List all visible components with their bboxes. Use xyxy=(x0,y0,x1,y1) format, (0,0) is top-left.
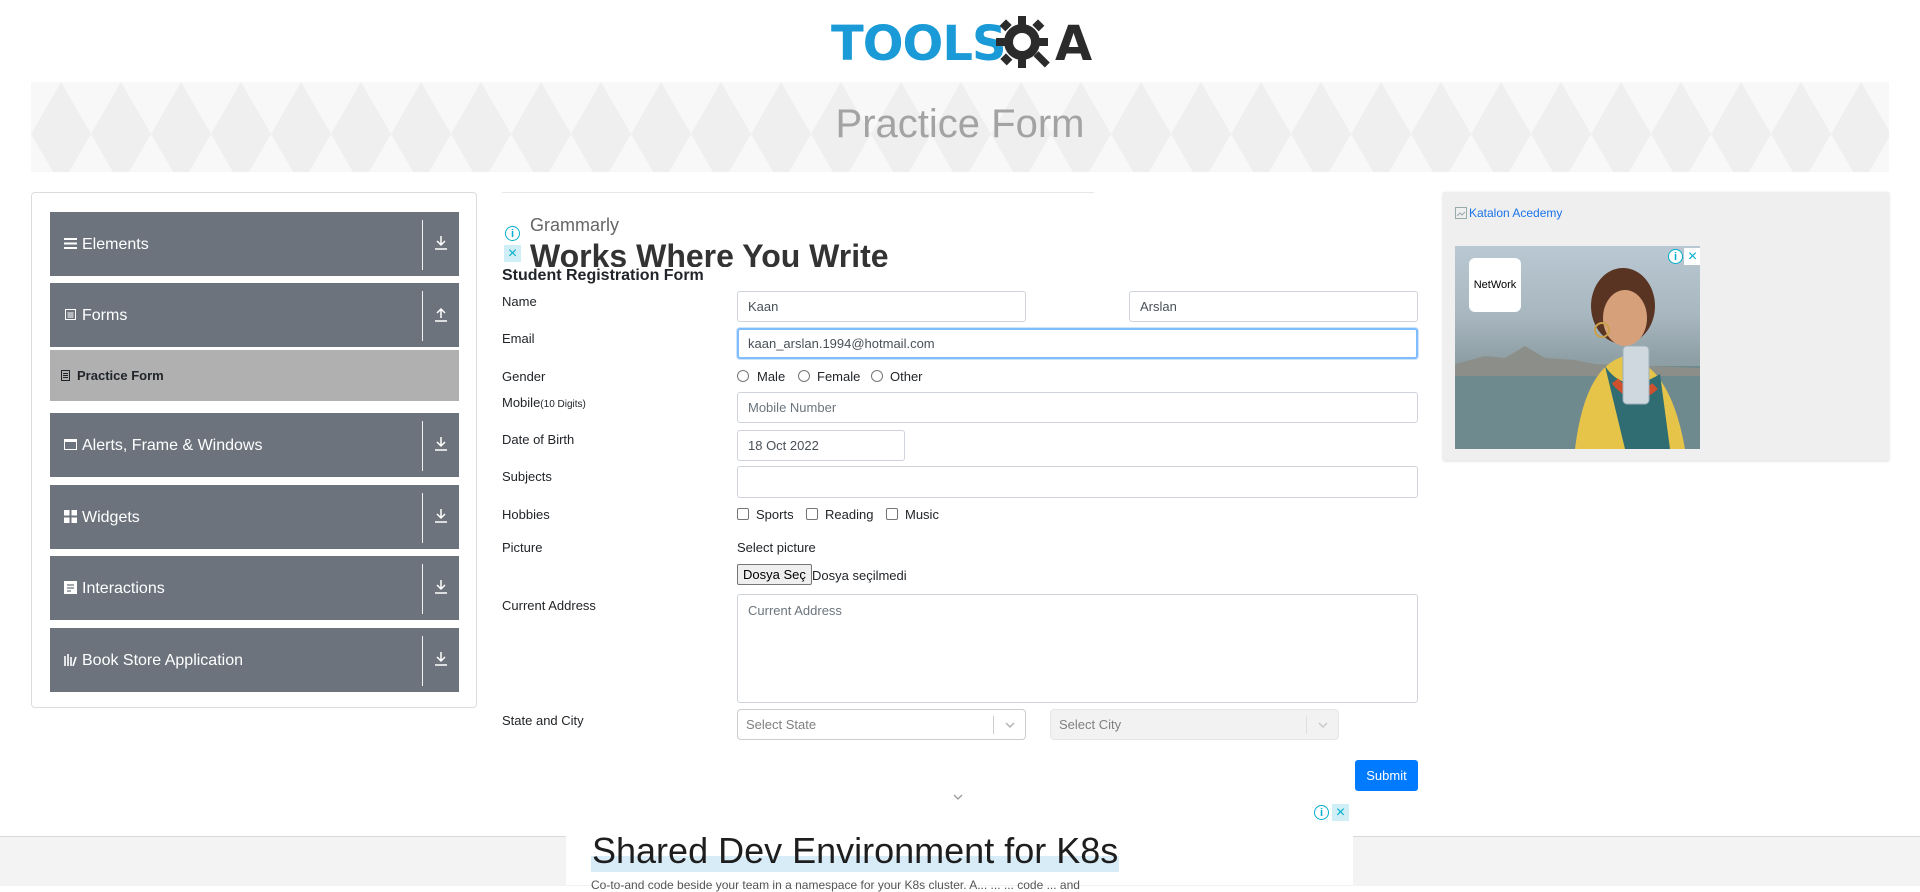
ad-close-icon[interactable]: × xyxy=(1684,248,1700,265)
ad-info-icon[interactable]: i xyxy=(505,226,520,241)
choose-file-button[interactable]: Dosya Seç xyxy=(737,564,812,585)
bottom-ad-headline: Shared Dev Environment for K8s xyxy=(591,830,1120,872)
page-banner: Practice Form xyxy=(31,82,1889,172)
ad-info-icon[interactable]: i xyxy=(1314,805,1329,820)
email-input[interactable]: kaan_arslan.1994@hotmail.com xyxy=(737,328,1418,359)
gender-female-label[interactable]: Female xyxy=(817,369,860,384)
name-label: Name xyxy=(502,294,537,309)
bottom-ad[interactable]: i × Shared Dev Environment for K8s Co-to… xyxy=(566,804,1353,892)
download-icon[interactable] xyxy=(433,578,449,596)
download-icon[interactable] xyxy=(433,234,449,252)
ad-headline: Works Where You Write xyxy=(530,238,889,267)
hobby-reading-checkbox[interactable] xyxy=(806,508,818,520)
sidebar-group-widgets[interactable]: Widgets xyxy=(50,485,459,549)
right-ad[interactable]: Katalon Acedemy NetWork i × xyxy=(1443,192,1889,460)
state-city-label: State and City xyxy=(502,713,584,728)
subjects-label: Subjects xyxy=(502,469,552,484)
address-textarea[interactable]: Current Address xyxy=(737,594,1418,703)
ad-image[interactable]: NetWork i × xyxy=(1455,246,1700,449)
city-select[interactable]: Select City xyxy=(1050,709,1339,740)
chevron-down-icon xyxy=(1318,722,1328,729)
state-select-value: Select State xyxy=(746,717,817,732)
ad-info-icon[interactable]: i xyxy=(1668,249,1683,264)
form-icon xyxy=(61,370,70,381)
chevron-down-icon[interactable] xyxy=(952,791,964,803)
hobby-sports-label[interactable]: Sports xyxy=(756,507,794,522)
gender-other-radio[interactable] xyxy=(871,370,883,382)
chevron-down-icon xyxy=(1005,722,1015,729)
gender-female-radio[interactable] xyxy=(798,370,810,382)
dob-label: Date of Birth xyxy=(502,432,575,447)
gender-label: Gender xyxy=(502,369,546,384)
download-icon[interactable] xyxy=(433,507,449,525)
hobby-music-checkbox[interactable] xyxy=(886,508,898,520)
gear-icon xyxy=(996,16,1050,68)
gender-male-label[interactable]: Male xyxy=(757,369,785,384)
picture-label: Picture xyxy=(502,540,543,555)
hobby-reading-label[interactable]: Reading xyxy=(825,507,873,522)
submit-button[interactable]: Submit xyxy=(1355,760,1418,791)
grammarly-ad[interactable]: i × Grammarly Works Where You Write xyxy=(502,192,1094,267)
logo-suffix: A xyxy=(1055,16,1093,72)
sidebar-group-label: Interactions xyxy=(82,580,165,597)
mobile-hint: (10 Digits) xyxy=(540,399,586,410)
subjects-input[interactable] xyxy=(737,466,1418,498)
sidebar-group-interactions[interactable]: Interactions xyxy=(50,556,459,620)
hobbies-label: Hobbies xyxy=(502,507,550,522)
sidebar-group-label: Book Store Application xyxy=(82,652,243,669)
state-select[interactable]: Select State xyxy=(737,709,1026,740)
window-icon xyxy=(64,439,77,450)
grid-icon xyxy=(64,510,77,523)
sidebar-group-book-store[interactable]: Book Store Application xyxy=(50,628,459,692)
books-icon xyxy=(64,654,77,666)
sidebar-group-label: Elements xyxy=(82,236,149,253)
form-title: Student Registration Form xyxy=(502,267,704,284)
network-badge: NetWork xyxy=(1469,258,1521,312)
gender-other-label[interactable]: Other xyxy=(890,369,923,384)
ad-brand: Grammarly xyxy=(530,215,619,235)
form-icon xyxy=(65,309,76,320)
file-status: Dosya seçilmedi xyxy=(812,568,907,583)
toolsqa-logo[interactable]: TOOLS A xyxy=(829,10,1094,72)
bottom-ad-subline: Co-to-and code beside your team in a nam… xyxy=(591,878,1080,892)
address-label: Current Address xyxy=(502,598,596,613)
picture-hint: Select picture xyxy=(737,540,816,555)
email-label: Email xyxy=(502,331,535,346)
last-name-input[interactable]: Arslan xyxy=(1129,291,1418,322)
city-select-value: Select City xyxy=(1059,717,1122,732)
first-name-input[interactable]: Kaan xyxy=(737,291,1026,322)
katalon-link[interactable]: Katalon Acedemy xyxy=(1455,206,1562,220)
sidebar-group-label: Forms xyxy=(82,307,128,324)
sidebar-group-forms[interactable]: Forms xyxy=(50,283,459,347)
ad-close-icon[interactable]: × xyxy=(1332,804,1349,821)
sidebar-item-practice-form[interactable]: Practice Form xyxy=(50,350,459,401)
download-icon[interactable] xyxy=(433,650,449,668)
gender-male-radio[interactable] xyxy=(737,370,749,382)
sidebar-group-alerts[interactable]: Alerts, Frame & Windows xyxy=(50,413,459,477)
hobby-sports-checkbox[interactable] xyxy=(737,508,749,520)
mobile-input[interactable]: Mobile Number xyxy=(737,392,1418,423)
logo-text: TOOLS xyxy=(831,16,1007,72)
dob-input[interactable]: 18 Oct 2022 xyxy=(737,430,905,461)
interaction-icon xyxy=(64,581,77,594)
mobile-label-text: Mobile xyxy=(502,395,541,410)
hamburger-icon xyxy=(64,238,77,249)
sidebar-group-label: Widgets xyxy=(82,509,140,526)
broken-image-icon xyxy=(1455,207,1467,219)
download-icon[interactable] xyxy=(433,435,449,453)
page-title: Practice Form xyxy=(835,102,1085,146)
katalon-link-text: Katalon Acedemy xyxy=(1469,206,1563,220)
sidebar: Elements Forms Practice Form Alerts, Fra… xyxy=(31,192,477,708)
sidebar-group-label: Alerts, Frame & Windows xyxy=(82,437,263,454)
hobby-music-label[interactable]: Music xyxy=(905,507,939,522)
sidebar-item-label: Practice Form xyxy=(77,368,164,383)
upload-icon[interactable] xyxy=(433,305,449,323)
ad-close-icon[interactable]: × xyxy=(504,245,521,262)
sidebar-group-elements[interactable]: Elements xyxy=(50,212,459,276)
mobile-label: Mobile(10 Digits) xyxy=(502,395,586,410)
